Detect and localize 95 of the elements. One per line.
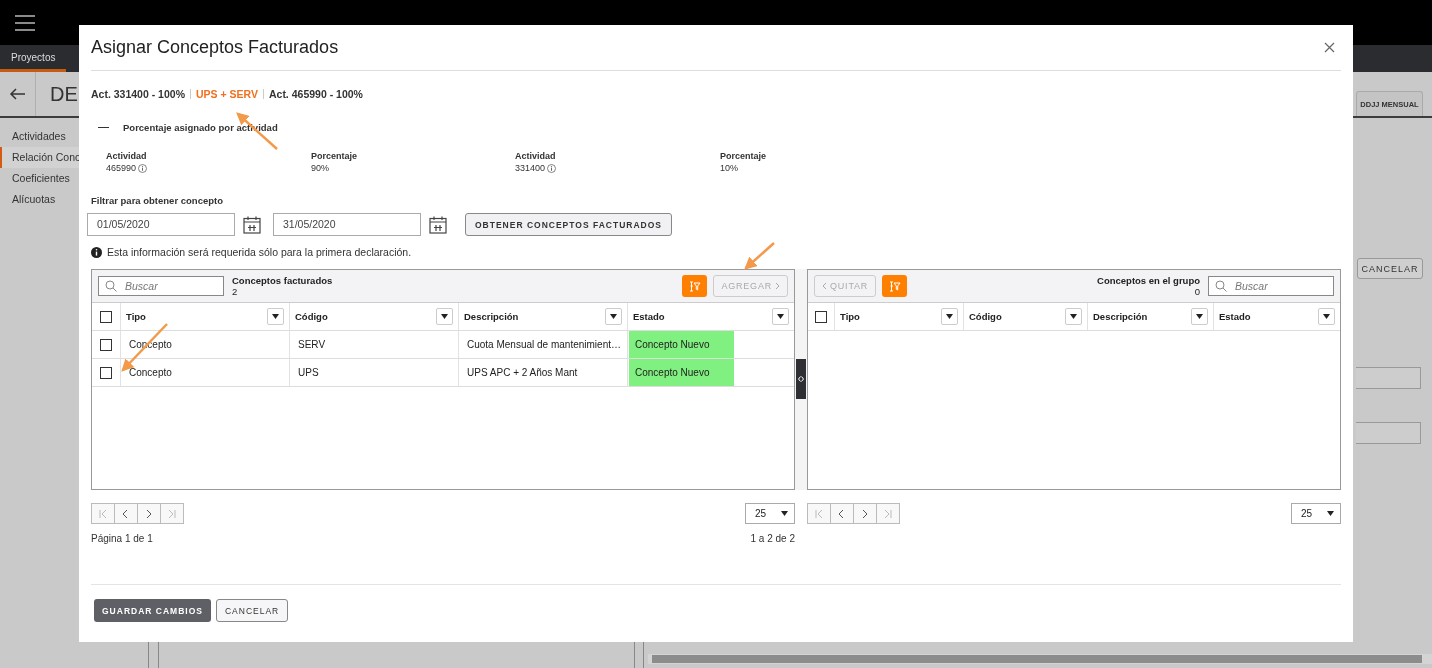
- field-value: 90%: [311, 163, 330, 173]
- column-menu-button[interactable]: [772, 308, 789, 325]
- checkbox[interactable]: [815, 310, 827, 323]
- date-field[interactable]: 01/05/2020: [87, 213, 235, 236]
- column-menu-button[interactable]: [1191, 308, 1208, 325]
- menu-icon[interactable]: [15, 14, 35, 31]
- column-header: Código: [295, 311, 328, 322]
- input-field[interactable]: [1356, 422, 1421, 444]
- caret-down-icon: [946, 314, 953, 319]
- checkbox[interactable]: [100, 338, 112, 351]
- status-tag: Concepto Nuevo: [629, 359, 734, 386]
- cancel-button[interactable]: CANCELAR: [1357, 258, 1423, 279]
- date-field[interactable]: 31/05/2020: [273, 213, 421, 236]
- table-cell: UPS APC + 2 Años Mant: [467, 367, 578, 378]
- breadcrumb-item[interactable]: Act. 331400 - 100%: [91, 88, 185, 100]
- caret-down-icon: [777, 314, 784, 319]
- chevron-right-icon: [775, 282, 780, 290]
- column-menu-button[interactable]: [605, 308, 622, 325]
- save-button[interactable]: GUARDAR CAMBIOS: [94, 599, 211, 622]
- field-label: Actividad: [106, 151, 148, 161]
- column-menu-button[interactable]: [436, 308, 453, 325]
- field-value: 465990: [106, 163, 137, 173]
- chevron-icon: [97, 507, 109, 520]
- sidebar-item[interactable]: Coeficientes: [0, 168, 79, 189]
- column-header: Descripción: [1093, 311, 1148, 322]
- field-label: Porcentaje: [311, 151, 359, 161]
- horizontal-scrollbar[interactable]: [648, 654, 1432, 664]
- column-header: Descripción: [464, 311, 519, 322]
- table-cell: UPS: [298, 367, 319, 378]
- caret-down-icon: [1070, 314, 1077, 319]
- column-header: Tipo: [126, 311, 146, 322]
- sidebar-item[interactable]: Actividades: [0, 126, 79, 147]
- page-title: DE: [50, 82, 78, 106]
- checkbox[interactable]: [100, 366, 112, 379]
- field-label: Porcentaje: [720, 151, 768, 161]
- caret-down-icon: [1327, 511, 1334, 516]
- caret-down-icon: [610, 314, 617, 319]
- chevron-icon: [882, 507, 894, 520]
- sort-filter-icon: [888, 280, 901, 292]
- page-size-select[interactable]: 25: [745, 503, 795, 524]
- caret-down-icon: [1323, 314, 1330, 319]
- field-value: 10%: [720, 163, 739, 173]
- calendar-icon[interactable]: [429, 215, 447, 234]
- search-field[interactable]: Buscar: [1208, 276, 1334, 296]
- table-cell: SERV: [298, 339, 326, 350]
- chevron-left-icon: [822, 282, 827, 290]
- column-header: Tipo: [840, 311, 860, 322]
- caret-down-icon: [1196, 314, 1203, 319]
- search-field[interactable]: Buscar: [98, 276, 224, 296]
- chevrons-icon: [798, 376, 804, 382]
- breadcrumb-item[interactable]: Act. 465990 - 100%: [268, 88, 363, 100]
- info-icon: [91, 246, 102, 258]
- grid-count: 2: [232, 286, 239, 297]
- caret-down-icon: [272, 314, 279, 319]
- table-cell: Cuota Mensual de mantenimient…: [467, 339, 621, 350]
- annotation-arrow: [744, 242, 775, 270]
- search-icon: [105, 280, 117, 292]
- grid-title: Conceptos en el grupo: [1097, 275, 1200, 286]
- splitter-handle[interactable]: [796, 359, 806, 399]
- info-icon[interactable]: [547, 163, 557, 173]
- input-field[interactable]: [1356, 367, 1421, 389]
- grid-count: 0: [1194, 286, 1200, 297]
- column-menu-button[interactable]: [267, 308, 284, 325]
- table-cell: Concepto: [129, 367, 172, 378]
- info-note: Esta información será requerida sólo para la primera declaración.: [107, 246, 412, 258]
- column-menu-button[interactable]: [1065, 308, 1082, 325]
- grid-title: Conceptos facturados: [232, 275, 333, 286]
- column-menu-button[interactable]: [941, 308, 958, 325]
- column-header: Estado: [633, 311, 665, 322]
- chevron-icon: [166, 507, 178, 520]
- search-icon: [1215, 280, 1227, 292]
- filter-label: Filtrar para obtener concepto: [91, 195, 224, 206]
- dialog-title: Asignar Conceptos Facturados: [91, 37, 339, 58]
- checkbox[interactable]: [100, 310, 112, 323]
- column-header: Código: [969, 311, 1002, 322]
- cancel-button[interactable]: CANCELAR: [215, 599, 289, 622]
- sidebar-item[interactable]: Alícuotas: [0, 189, 79, 210]
- sort-filter-icon: [688, 280, 701, 292]
- caret-down-icon: [781, 511, 788, 516]
- get-concepts-button[interactable]: OBTENER CONCEPTOS FACTURADOS: [465, 213, 672, 236]
- field-label: Actividad: [515, 151, 557, 161]
- field-value: 331400: [515, 163, 546, 173]
- column-header: Estado: [1219, 311, 1251, 322]
- nav-tab[interactable]: Proyectos: [0, 45, 67, 72]
- page-size-select[interactable]: 25: [1291, 503, 1341, 524]
- back-arrow-icon[interactable]: [9, 88, 26, 100]
- status-tag: Concepto Nuevo: [629, 331, 734, 358]
- column-menu-button[interactable]: [1318, 308, 1335, 325]
- page-info: Página 1 de 1: [91, 533, 153, 544]
- calendar-icon[interactable]: [243, 215, 261, 234]
- record-range: 1 a 2 de 2: [750, 533, 795, 544]
- info-icon[interactable]: [138, 163, 148, 173]
- chevron-icon: [813, 507, 825, 520]
- close-icon[interactable]: [1324, 42, 1335, 53]
- caret-down-icon: [441, 314, 448, 319]
